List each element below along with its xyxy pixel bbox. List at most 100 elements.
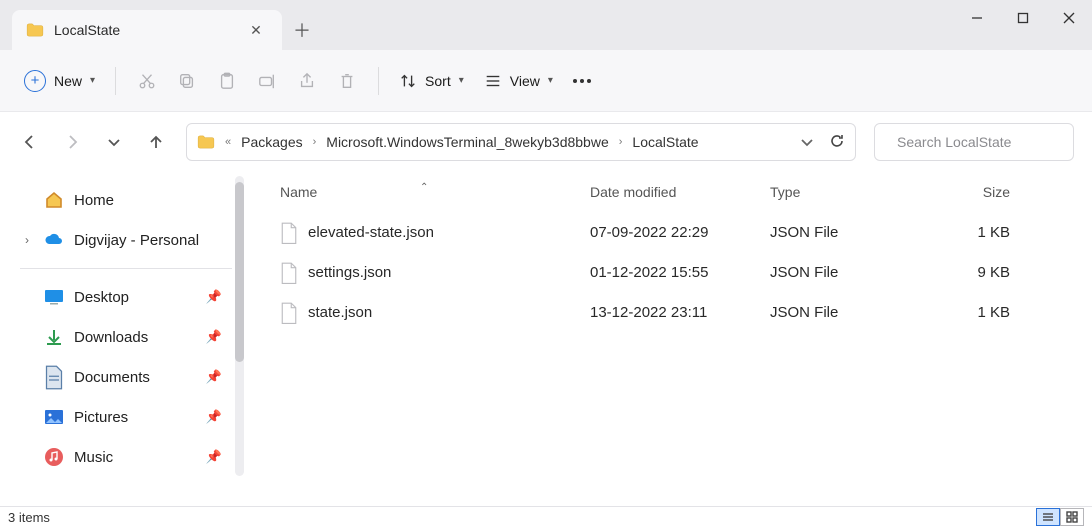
new-tab-button[interactable]: ＋	[282, 10, 322, 50]
window-controls	[954, 0, 1092, 36]
file-icon	[280, 302, 298, 322]
navigation-pane: Home › Digvijay - Personal Desktop 📌 Dow…	[0, 172, 252, 506]
toolbar-separator	[115, 67, 116, 95]
pin-icon: 📌	[206, 369, 222, 385]
pin-icon: 📌	[206, 289, 222, 305]
column-header-type[interactable]: Type	[770, 184, 920, 200]
nav-personal[interactable]: › Digvijay - Personal	[20, 220, 252, 260]
tab-close-button[interactable]: ✕	[244, 18, 268, 42]
titlebar: LocalState ✕ ＋	[0, 0, 1092, 50]
nav-desktop-label: Desktop	[74, 289, 129, 306]
folder-icon	[26, 23, 44, 37]
file-date: 13-12-2022 23:11	[590, 304, 770, 321]
cut-icon[interactable]	[136, 70, 158, 92]
chevron-right-icon: ›	[313, 136, 317, 148]
file-type: JSON File	[770, 264, 920, 281]
file-list: Name ⌃ Date modified Type Size elevated-…	[252, 172, 1092, 506]
sort-icon	[399, 72, 417, 90]
item-count-label: 3 items	[8, 510, 50, 525]
toolbar-separator	[378, 67, 379, 95]
file-date: 07-09-2022 22:29	[590, 224, 770, 241]
file-size: 1 KB	[920, 304, 1010, 321]
maximize-button[interactable]	[1000, 0, 1046, 36]
pin-icon: 📌	[206, 409, 222, 425]
file-size: 9 KB	[920, 264, 1010, 281]
file-name: state.json	[308, 304, 372, 321]
folder-icon	[197, 135, 215, 149]
new-button[interactable]: + New ▾	[24, 70, 95, 92]
file-row[interactable]: elevated-state.json 07-09-2022 22:29 JSO…	[280, 212, 1082, 252]
more-button[interactable]	[573, 79, 591, 83]
new-button-label: New	[54, 73, 82, 89]
tab-active[interactable]: LocalState ✕	[12, 10, 282, 50]
paste-icon[interactable]	[216, 70, 238, 92]
nav-pictures[interactable]: Pictures 📌	[20, 397, 252, 437]
breadcrumb-seg-2[interactable]: LocalState	[632, 134, 698, 150]
chevron-right-icon[interactable]: ›	[20, 233, 34, 247]
breadcrumb-bar[interactable]: « Packages › Microsoft.WindowsTerminal_8…	[186, 123, 856, 161]
column-header-name[interactable]: Name ⌃	[280, 184, 590, 200]
refresh-button[interactable]	[829, 133, 845, 152]
thumbnails-view-button[interactable]	[1060, 508, 1084, 526]
breadcrumb-seg-1[interactable]: Microsoft.WindowsTerminal_8wekyb3d8bbwe	[326, 134, 608, 150]
close-window-button[interactable]	[1046, 0, 1092, 36]
file-row[interactable]: state.json 13-12-2022 23:11 JSON File 1 …	[280, 292, 1082, 332]
sort-button[interactable]: Sort ▾	[399, 72, 464, 90]
file-date: 01-12-2022 15:55	[590, 264, 770, 281]
file-name: settings.json	[308, 264, 391, 281]
forward-button[interactable]	[60, 130, 84, 154]
delete-icon[interactable]	[336, 70, 358, 92]
back-button[interactable]	[18, 130, 42, 154]
nav-downloads-label: Downloads	[74, 329, 148, 346]
chevron-down-icon: ▾	[90, 75, 95, 86]
plus-circle-icon: +	[24, 70, 46, 92]
breadcrumb-overflow[interactable]: «	[225, 136, 231, 148]
file-size: 1 KB	[920, 224, 1010, 241]
sort-label: Sort	[425, 73, 451, 89]
breadcrumb-seg-0[interactable]: Packages	[241, 134, 302, 150]
nav-scrollbar[interactable]	[235, 176, 244, 476]
nav-documents-label: Documents	[74, 369, 150, 386]
file-type: JSON File	[770, 224, 920, 241]
sort-indicator-icon: ⌃	[420, 182, 428, 193]
file-type: JSON File	[770, 304, 920, 321]
nav-home[interactable]: Home	[20, 180, 252, 220]
toolbar: + New ▾ Sort ▾ View ▾	[0, 50, 1092, 112]
documents-icon	[44, 367, 64, 387]
nav-documents[interactable]: Documents 📌	[20, 357, 252, 397]
column-header-size[interactable]: Size	[920, 184, 1010, 200]
view-label: View	[510, 73, 540, 89]
search-input[interactable]	[897, 134, 1078, 150]
pin-icon: 📌	[206, 329, 222, 345]
chevron-down-icon: ▾	[548, 75, 553, 86]
downloads-icon	[44, 327, 64, 347]
column-header-date[interactable]: Date modified	[590, 184, 770, 200]
nav-music[interactable]: Music 📌	[20, 437, 252, 477]
up-button[interactable]	[144, 130, 168, 154]
desktop-icon	[44, 287, 64, 307]
rename-icon[interactable]	[256, 70, 278, 92]
nav-home-label: Home	[74, 192, 114, 209]
content-body: Home › Digvijay - Personal Desktop 📌 Dow…	[0, 172, 1092, 506]
file-icon	[280, 262, 298, 282]
nav-music-label: Music	[74, 449, 113, 466]
nav-downloads[interactable]: Downloads 📌	[20, 317, 252, 357]
onedrive-icon	[44, 230, 64, 250]
nav-personal-label: Digvijay - Personal	[74, 232, 199, 249]
file-row[interactable]: settings.json 01-12-2022 15:55 JSON File…	[280, 252, 1082, 292]
breadcrumb-dropdown[interactable]	[795, 130, 819, 154]
search-box[interactable]	[874, 123, 1074, 161]
view-button[interactable]: View ▾	[484, 72, 553, 90]
copy-icon[interactable]	[176, 70, 198, 92]
share-icon[interactable]	[296, 70, 318, 92]
details-view-button[interactable]	[1036, 508, 1060, 526]
chevron-right-icon: ›	[619, 136, 623, 148]
minimize-button[interactable]	[954, 0, 1000, 36]
tab-title-label: LocalState	[54, 22, 234, 38]
address-bar-row: « Packages › Microsoft.WindowsTerminal_8…	[0, 112, 1092, 172]
column-header-row: Name ⌃ Date modified Type Size	[280, 172, 1082, 212]
nav-desktop[interactable]: Desktop 📌	[20, 277, 252, 317]
recent-locations-button[interactable]	[102, 130, 126, 154]
column-header-name-label: Name	[280, 184, 317, 200]
scrollbar-thumb[interactable]	[235, 182, 244, 362]
